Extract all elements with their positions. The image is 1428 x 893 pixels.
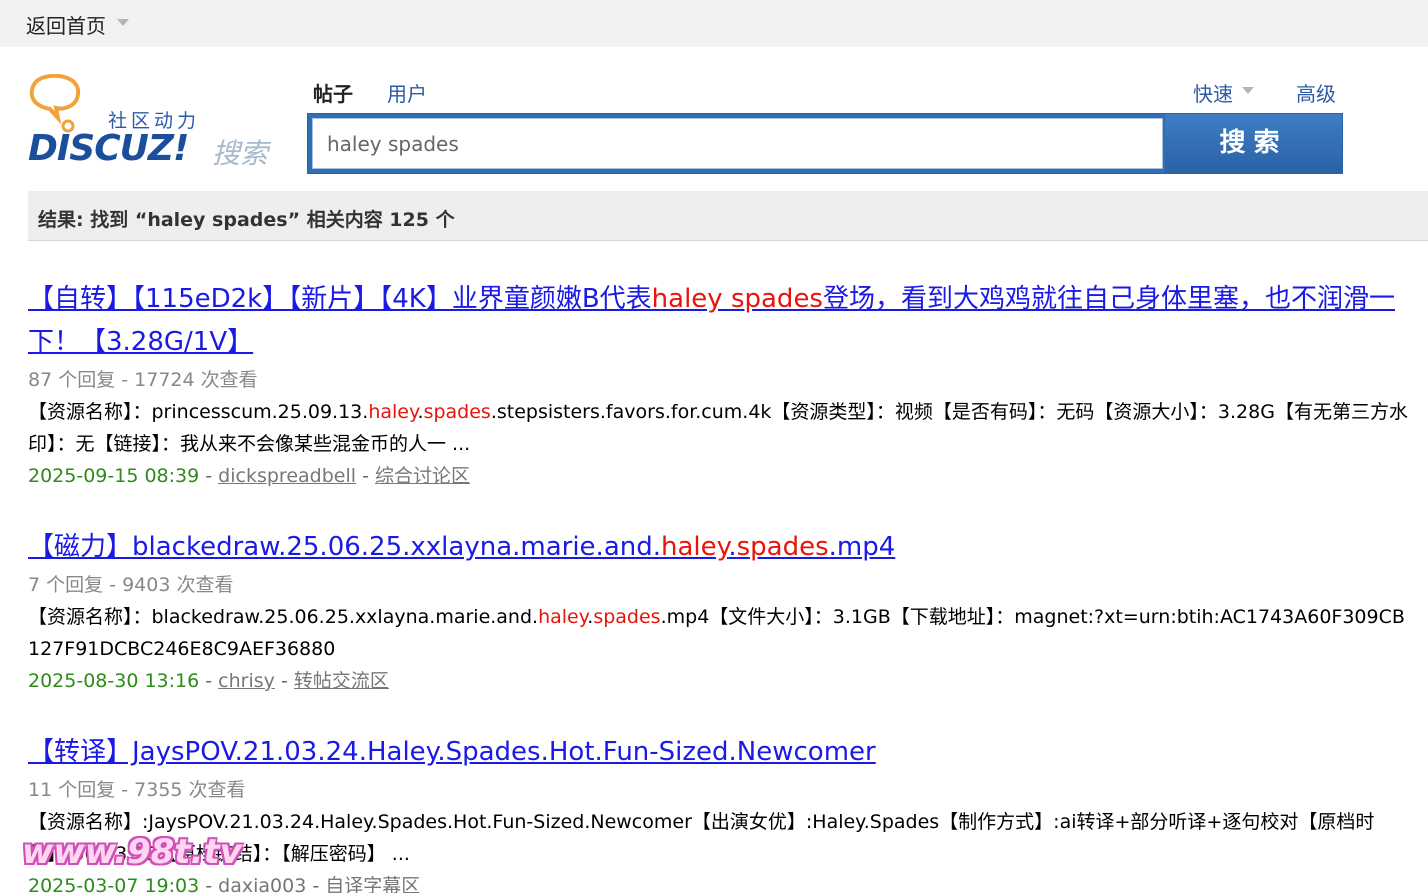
result-author-link[interactable]: chrisy <box>218 670 275 692</box>
chevron-down-icon[interactable] <box>1242 87 1254 94</box>
result-date: 2025-08-30 13:16 <box>28 670 200 692</box>
result-title-link[interactable]: 【自转】【115eD2k】【新片】【4K】业界童颜嫩B代表haley spade… <box>28 278 1408 364</box>
result-snippet: 【资源名称】：blackedraw.25.06.25.xxlayna.marie… <box>28 606 1405 660</box>
result-author-link[interactable]: dickspreadbell <box>218 465 356 487</box>
search-result-item: 【自转】【115eD2k】【新片】【4K】业界童颜嫩B代表haley spade… <box>28 278 1408 492</box>
result-summary-bar: 结果: 找到 “haley spades” 相关内容 125 个 <box>28 191 1428 241</box>
result-footer: 2025-08-30 13:16 - chrisy - 转帖交流区 <box>28 670 389 692</box>
search-input[interactable] <box>312 118 1163 169</box>
search-form: 搜索 <box>307 113 1343 174</box>
logo-suffix: 搜索 <box>212 137 269 170</box>
result-stats: 7 个回复 - 9403 次查看 <box>28 574 234 596</box>
search-result-item: 【磁力】blackedraw.25.06.25.xxlayna.marie.an… <box>28 526 1408 697</box>
result-forum-link[interactable]: 综合讨论区 <box>375 465 470 487</box>
result-date: 2025-09-15 08:39 <box>28 465 200 487</box>
search-button[interactable]: 搜索 <box>1165 114 1342 173</box>
watermark-text: www.98t.tv <box>22 832 242 872</box>
result-stats: 11 个回复 - 7355 次查看 <box>28 779 246 801</box>
site-watermark: www.98t.tv <box>22 832 242 882</box>
logo-brand: DISCUZ! <box>28 128 189 169</box>
top-nav-bar: 返回首页 <box>0 0 1428 47</box>
quick-search-dropdown[interactable]: 快速 <box>1193 78 1233 107</box>
result-snippet: 【资源名称】：princesscum.25.09.13.haley.spades… <box>28 401 1408 455</box>
tab-posts[interactable]: 帖子 <box>313 78 353 107</box>
result-summary: 结果: 找到 “haley spades” 相关内容 125 个 <box>38 209 455 231</box>
result-title-link[interactable]: 【磁力】blackedraw.25.06.25.xxlayna.marie.an… <box>28 526 1408 569</box>
advanced-search-link[interactable]: 高级 <box>1296 78 1336 107</box>
tab-users[interactable]: 用户 <box>387 78 427 107</box>
chevron-down-icon[interactable] <box>117 19 129 26</box>
result-stats: 87 个回复 - 17724 次查看 <box>28 369 258 391</box>
result-forum-link[interactable]: 转帖交流区 <box>294 670 389 692</box>
result-footer: 2025-09-15 08:39 - dickspreadbell - 综合讨论… <box>28 465 470 487</box>
discuz-search-logo[interactable]: 社区动力 DISCUZ! 搜索 <box>28 74 278 174</box>
result-title-link[interactable]: 【转译】JaysPOV.21.03.24.Haley.Spades.Hot.Fu… <box>28 731 1408 774</box>
result-forum-link[interactable]: 自译字幕区 <box>325 875 420 893</box>
back-home-link[interactable]: 返回首页 <box>26 10 106 39</box>
